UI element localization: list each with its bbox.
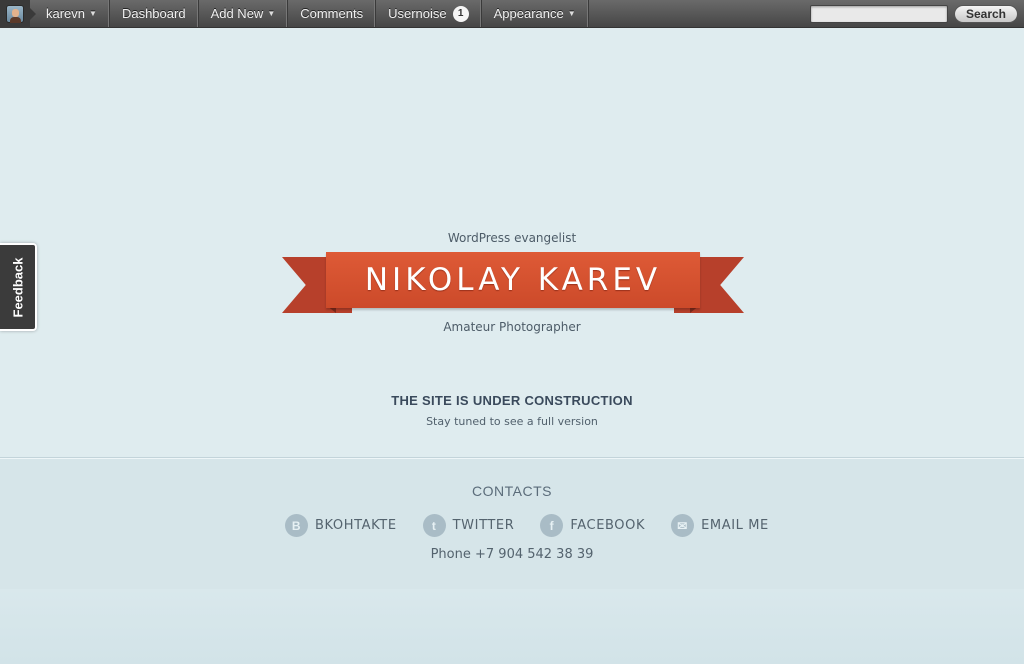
name-ribbon: NIKOLAY KAREV bbox=[282, 252, 744, 316]
avatar-notch bbox=[30, 8, 36, 20]
admin-usernoise-link[interactable]: Usernoise 1 bbox=[376, 0, 482, 27]
feedback-tab[interactable]: Feedback bbox=[0, 243, 37, 331]
email-icon: ✉ bbox=[671, 514, 695, 537]
admin-search-input[interactable] bbox=[810, 4, 948, 23]
admin-user-menu[interactable]: karevn ▼ bbox=[30, 0, 110, 27]
admin-comments-link[interactable]: Comments bbox=[288, 0, 377, 27]
contact-link-label: FACEBOOK bbox=[570, 518, 646, 533]
hero-subtag: Amateur Photographer bbox=[443, 320, 581, 334]
admin-dashboard-label: Dashboard bbox=[121, 6, 186, 21]
contact-link-facebook[interactable]: f FACEBOOK bbox=[540, 514, 645, 537]
admin-search-form: Search bbox=[810, 0, 1024, 27]
contact-link-vk[interactable]: B BKOHTAKTE bbox=[285, 514, 397, 537]
site-title: NIKOLAY KAREV bbox=[364, 262, 662, 298]
contact-link-label: EMAIL ME bbox=[701, 518, 769, 533]
admin-user-name: karevn bbox=[46, 6, 86, 21]
chevron-down-icon: ▼ bbox=[567, 9, 576, 18]
contact-link-email[interactable]: ✉ EMAIL ME bbox=[671, 514, 769, 537]
construction-subtitle: Stay tuned to see a full version bbox=[426, 415, 598, 428]
notification-count-badge: 1 bbox=[452, 5, 469, 22]
contact-link-twitter[interactable]: t TWITTER bbox=[422, 514, 515, 537]
chevron-down-icon: ▼ bbox=[267, 9, 276, 18]
admin-appearance-label: Appearance bbox=[493, 6, 564, 21]
admin-bar: karevn ▼ Dashboard Add New ▼ Comments Us… bbox=[0, 0, 1024, 28]
contacts-title: CONTACTS bbox=[472, 483, 552, 499]
contact-link-label: BKOHTAKTE bbox=[315, 518, 397, 533]
twitter-icon: t bbox=[422, 514, 446, 537]
avatar[interactable] bbox=[0, 0, 36, 28]
footer: CONTACTS B BKOHTAKTE t TWITTER f FACEBOO… bbox=[0, 457, 1024, 664]
admin-add-new-menu[interactable]: Add New ▼ bbox=[199, 0, 289, 27]
admin-usernoise-label: Usernoise bbox=[388, 6, 447, 21]
ribbon-band: NIKOLAY KAREV bbox=[326, 252, 700, 308]
admin-add-new-label: Add New bbox=[210, 6, 264, 21]
construction-title: THE SITE IS UNDER CONSTRUCTION bbox=[391, 393, 633, 408]
facebook-icon: f bbox=[540, 514, 564, 537]
vk-icon: B bbox=[285, 514, 308, 537]
admin-dashboard-link[interactable]: Dashboard bbox=[110, 0, 199, 27]
footer-bottom-band bbox=[0, 589, 1024, 664]
contact-link-label: TWITTER bbox=[452, 518, 515, 533]
chevron-down-icon: ▼ bbox=[89, 9, 97, 18]
feedback-tab-label: Feedback bbox=[10, 257, 26, 317]
admin-comments-label: Comments bbox=[300, 6, 364, 21]
user-avatar-icon bbox=[6, 5, 24, 23]
hero-tagline: WordPress evangelist bbox=[447, 231, 577, 245]
contact-phone: Phone +7 904 542 38 39 bbox=[430, 547, 594, 562]
admin-appearance-menu[interactable]: Appearance ▼ bbox=[482, 0, 589, 27]
contact-links: B BKOHTAKTE t TWITTER f FACEBOOK ✉ EMAIL… bbox=[285, 514, 769, 537]
admin-search-button[interactable]: Search bbox=[954, 4, 1018, 23]
